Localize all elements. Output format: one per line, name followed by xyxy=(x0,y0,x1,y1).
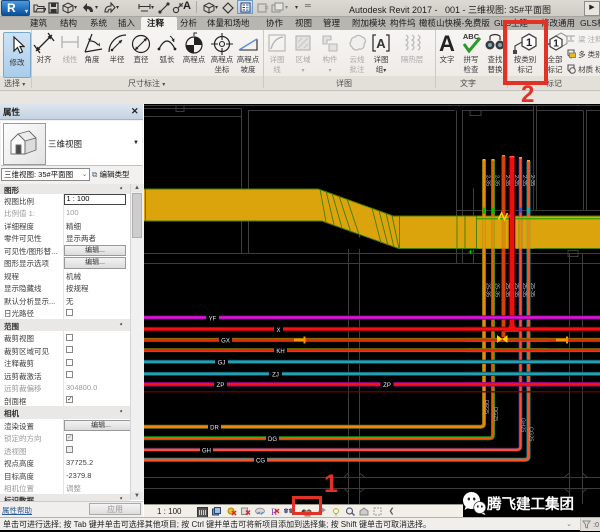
svg-text:ZJ: ZJ xyxy=(272,373,279,379)
svg-text:A: A xyxy=(439,32,455,55)
svg-text:ZP: ZP xyxy=(217,383,225,389)
svg-text:25-35: 25-35 xyxy=(504,283,510,297)
svg-text:ZP: ZP xyxy=(383,383,391,389)
svg-text:GX: GX xyxy=(221,339,230,345)
svg-text:YF: YF xyxy=(209,316,217,322)
svg-text:1: 1 xyxy=(553,39,559,50)
svg-text:2-35: 2-35 xyxy=(494,175,500,186)
svg-text:25-35: 25-35 xyxy=(521,283,527,297)
svg-text:2-35: 2-35 xyxy=(485,175,491,186)
svg-text:25-35: 25-35 xyxy=(513,283,519,297)
svg-text:DG25: DG25 xyxy=(492,407,498,421)
svg-text:25-35: 25-35 xyxy=(485,283,491,297)
svg-text:2-35: 2-35 xyxy=(529,175,535,186)
svg-text:DR25: DR25 xyxy=(483,400,489,414)
svg-text:A: A xyxy=(376,36,386,51)
svg-text:KH: KH xyxy=(276,349,284,355)
svg-text:2-35: 2-35 xyxy=(521,175,527,186)
svg-text:GH25: GH25 xyxy=(520,418,526,432)
svg-text:X: X xyxy=(276,328,280,334)
svg-text:GJ: GJ xyxy=(218,361,226,367)
svg-text:25-35: 25-35 xyxy=(494,283,500,297)
svg-text:CG: CG xyxy=(256,459,265,465)
svg-text:DG: DG xyxy=(268,437,277,443)
svg-text:25-35: 25-35 xyxy=(529,283,535,297)
svg-text:2-35: 2-35 xyxy=(504,175,510,186)
svg-text:CG25: CG25 xyxy=(528,427,534,441)
svg-text:2-35: 2-35 xyxy=(513,175,519,186)
svg-text:GH: GH xyxy=(202,449,211,455)
svg-text:DR: DR xyxy=(210,426,219,432)
